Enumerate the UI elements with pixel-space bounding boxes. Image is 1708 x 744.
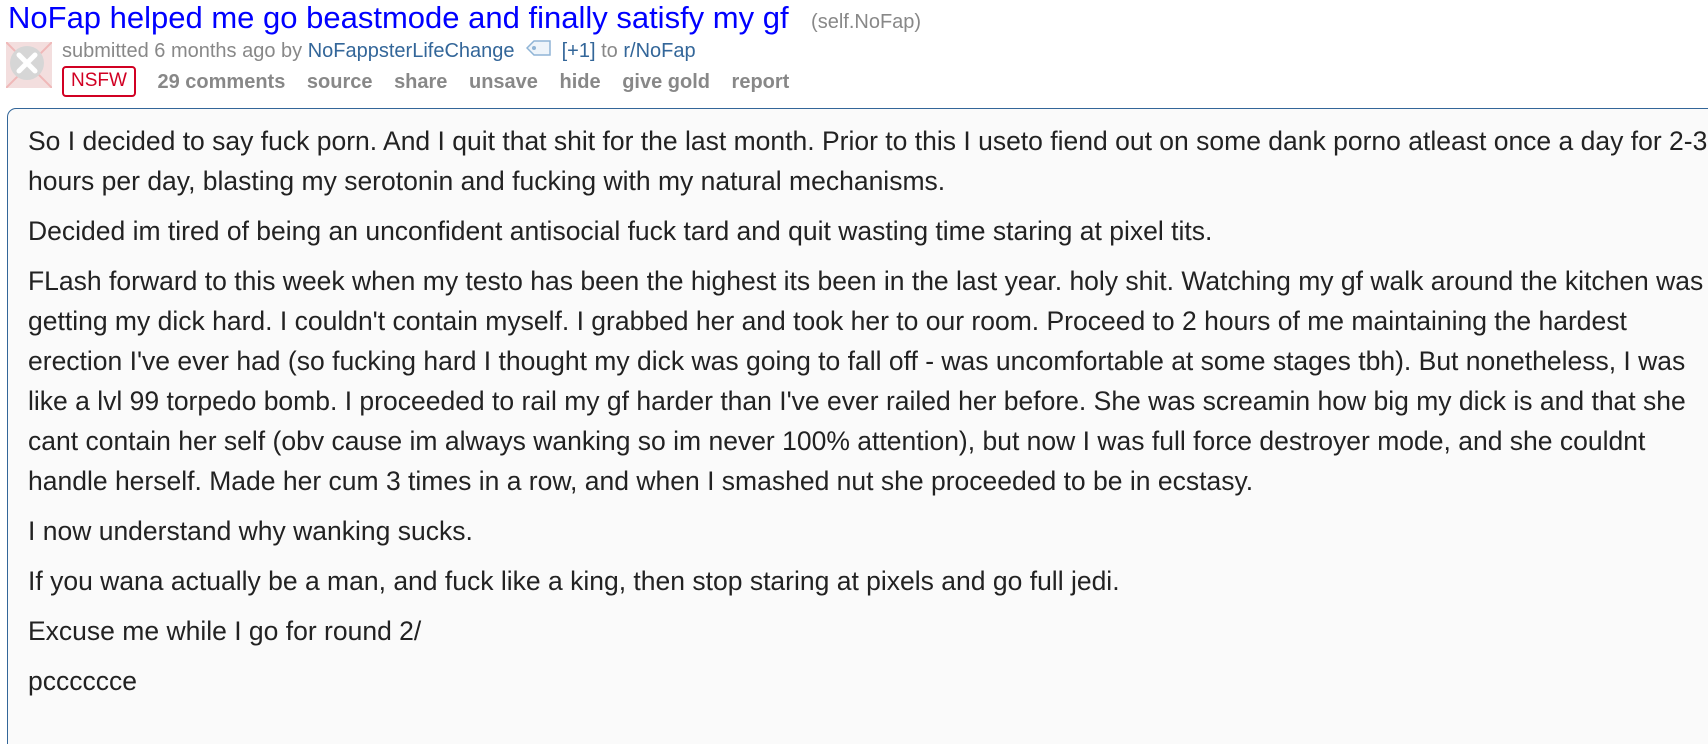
post-title-link[interactable]: NoFap helped me go beastmode and finally… xyxy=(8,0,789,35)
selftext-paragraph: Excuse me while I go for round 2/ xyxy=(28,616,422,646)
selftext-paragraph: So I decided to say fuck porn. And I qui… xyxy=(28,126,1708,196)
hide-button[interactable]: hide xyxy=(560,70,601,94)
post-title-row: NoFap helped me go beastmode and finally… xyxy=(8,0,921,36)
nsfw-thumbnail-x-icon[interactable] xyxy=(5,41,53,89)
give-gold-button[interactable]: give gold xyxy=(622,70,710,94)
unsave-button[interactable]: unsave xyxy=(469,70,538,94)
author-link[interactable]: NoFappsterLifeChange xyxy=(308,40,515,62)
post-buttons: NSFW 29 comments source share unsave hid… xyxy=(62,66,805,97)
tagline-to: to xyxy=(601,39,618,62)
post-domain[interactable]: (self.NoFap) xyxy=(811,11,921,33)
selftext-paragraph: FLash forward to this week when my testo… xyxy=(28,266,1704,496)
report-button[interactable]: report xyxy=(732,70,790,94)
author-flair: [+1] xyxy=(561,39,596,62)
post-selftext: So I decided to say fuck porn. And I qui… xyxy=(7,108,1708,744)
selftext-paragraph: If you wana actually be a man, and fuck … xyxy=(28,566,1120,596)
comments-button[interactable]: 29 comments xyxy=(158,70,286,94)
source-button[interactable]: source xyxy=(307,70,373,94)
subreddit-link[interactable]: r/NoFap xyxy=(623,40,695,62)
selftext-paragraph: pcccccce xyxy=(28,666,137,696)
share-button[interactable]: share xyxy=(394,70,447,94)
reddit-post-page: NoFap helped me go beastmode and finally… xyxy=(0,0,1708,744)
selftext-paragraph: I now understand why wanking sucks. xyxy=(28,516,473,546)
post-tagline: submitted 6 months ago by NoFappsterLife… xyxy=(62,39,696,64)
nsfw-badge: NSFW xyxy=(62,66,136,97)
tag-icon[interactable] xyxy=(526,39,552,62)
selftext-paragraph: Decided im tired of being an unconfident… xyxy=(28,216,1213,246)
tagline-prefix: submitted 6 months ago by xyxy=(62,39,303,62)
